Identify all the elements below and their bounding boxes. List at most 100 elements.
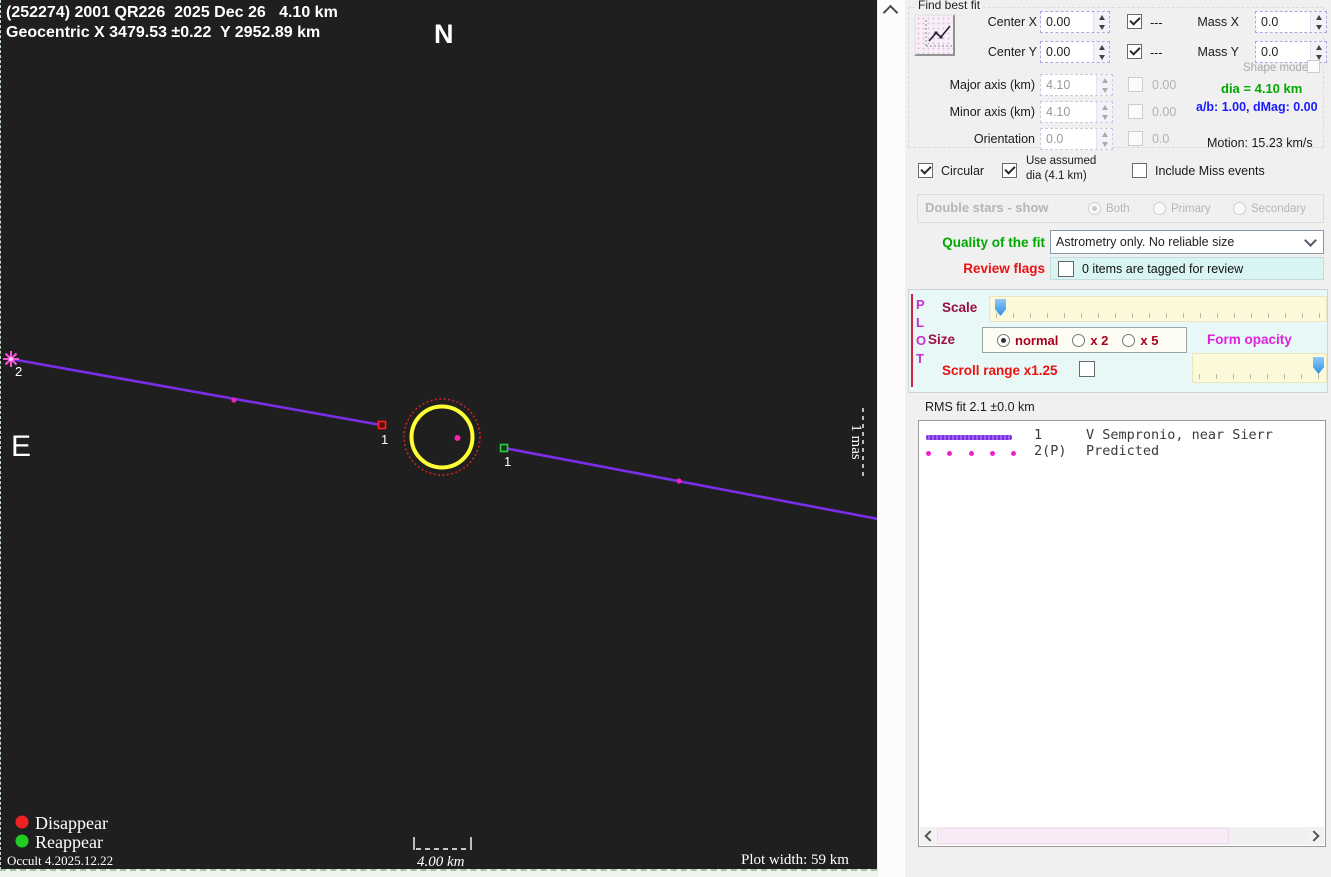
major-axis-spinner[interactable]: 4.10 [1040, 74, 1113, 96]
quality-of-fit-value: Astrometry only. No reliable size [1056, 235, 1234, 249]
shape-model-label: Shape model [1243, 62, 1311, 74]
north-label: N [434, 19, 454, 49]
spin-down-icon[interactable] [1097, 139, 1112, 149]
minor-axis-value[interactable]: 4.10 [1041, 102, 1096, 122]
form-opacity-slider-thumb[interactable] [1313, 357, 1324, 374]
fit-chart-icon [922, 17, 956, 51]
size-option-x2[interactable]: x 2 [1072, 333, 1108, 348]
orientation-spinner[interactable]: 0.0 [1040, 128, 1113, 150]
scroll-right-button[interactable] [1307, 827, 1324, 845]
scroll-range-checkbox[interactable] [1079, 361, 1095, 377]
reappear-legend-label: Reappear [35, 832, 103, 852]
quality-of-fit-label: Quality of the fit [915, 235, 1045, 250]
predicted-star-label: 2 [15, 364, 22, 379]
center-x-spinner[interactable]: 0.00 [1040, 11, 1110, 33]
mass-y-value[interactable]: 0.0 [1256, 42, 1310, 62]
scroll-left-icon [924, 830, 935, 841]
use-assumed-dia-checkbox[interactable] [1002, 163, 1017, 178]
size-normal-radio[interactable] [997, 334, 1010, 347]
circular-label: Circular [941, 164, 984, 178]
spin-up-icon[interactable] [1097, 129, 1112, 139]
minor-axis-fit-checkbox[interactable] [1128, 104, 1143, 119]
center-x-value[interactable]: 0.00 [1041, 12, 1093, 32]
scale-bar [414, 837, 471, 850]
run-best-fit-button[interactable] [914, 14, 955, 56]
plot-width-label: Plot width: 59 km [741, 852, 849, 868]
major-axis-value[interactable]: 4.10 [1041, 75, 1096, 95]
spin-up-icon[interactable] [1094, 42, 1109, 52]
center-x-label: Center X [975, 15, 1037, 29]
spin-up-icon[interactable] [1311, 42, 1326, 52]
reappear-marker[interactable] [501, 445, 508, 452]
minor-axis-spinner[interactable]: 4.10 [1040, 101, 1113, 123]
scrollbar-thumb[interactable] [937, 828, 1229, 844]
orientation-value[interactable]: 0.0 [1041, 129, 1096, 149]
occultation-plot[interactable]: 2 1 1 (252274) 2001 QR226 2025 Dec 26 4.… [0, 0, 877, 870]
chord-1-name: V Sempronio, near Sierr [1086, 427, 1273, 443]
plot-canvas: 2 1 1 (252274) 2001 QR226 2025 Dec 26 4.… [1, 0, 878, 869]
size-radio-group: normal x 2 x 5 [982, 327, 1187, 353]
review-flags-field: 0 items are tagged for review [1050, 257, 1324, 280]
asteroid-outline-circle[interactable] [412, 407, 473, 468]
size-option-normal[interactable]: normal [997, 333, 1058, 348]
plot-title-line2: Geocentric X 3479.53 ±0.22 Y 2952.89 km [6, 24, 320, 41]
spin-down-icon[interactable] [1094, 22, 1109, 32]
scroll-right-icon [1308, 830, 1319, 841]
size-x2-radio[interactable] [1072, 334, 1085, 347]
double-stars-both-radio[interactable] [1088, 202, 1101, 215]
disappear-marker[interactable] [379, 422, 386, 429]
spin-down-icon[interactable] [1094, 52, 1109, 62]
scroll-range-label: Scroll range x1.25 [942, 363, 1058, 378]
chord-2-swatch [926, 449, 1016, 457]
plot-letter: L [916, 315, 924, 330]
double-stars-primary-radio[interactable] [1153, 202, 1166, 215]
reappear-marker-label: 1 [504, 454, 511, 469]
mass-y-label: Mass Y [1193, 45, 1239, 59]
mass-x-value[interactable]: 0.0 [1256, 12, 1310, 32]
major-axis-fit-checkbox[interactable] [1128, 77, 1143, 92]
review-flags-checkbox[interactable] [1058, 261, 1074, 277]
size-option-x5[interactable]: x 5 [1122, 333, 1158, 348]
collapse-panel-icon[interactable] [883, 5, 899, 21]
size-x5-radio[interactable] [1122, 334, 1135, 347]
center-y-spinner[interactable]: 0.00 [1040, 41, 1110, 63]
minor-axis-label: Minor axis (km) [905, 105, 1035, 119]
mass-x-spinner[interactable]: 0.0 [1255, 11, 1327, 33]
spin-down-icon[interactable] [1097, 112, 1112, 122]
listbox-horizontal-scrollbar[interactable] [920, 827, 1324, 845]
scale-slider[interactable] [989, 296, 1327, 322]
scroll-left-button[interactable] [920, 827, 937, 845]
include-miss-events-checkbox[interactable] [1132, 163, 1147, 178]
plot-window-edge [0, 869, 877, 877]
circular-checkbox[interactable] [918, 163, 933, 178]
fit-center-x-checkbox[interactable] [1127, 14, 1142, 29]
occult-fit-window: 2 1 1 (252274) 2001 QR226 2025 Dec 26 4.… [0, 0, 1331, 877]
center-y-value[interactable]: 0.00 [1041, 42, 1093, 62]
shape-model-checkbox[interactable] [1307, 60, 1320, 73]
chord-listbox[interactable]: 1 V Sempronio, near Sierr 2(P) Predicted [918, 420, 1326, 847]
spin-up-icon[interactable] [1097, 75, 1112, 85]
include-miss-events-label: Include Miss events [1155, 164, 1265, 178]
form-opacity-slider[interactable] [1192, 353, 1327, 383]
plot-title-line1: (252274) 2001 QR226 2025 Dec 26 4.10 km [6, 4, 338, 21]
mas-scale-label: 1 mas [848, 424, 864, 460]
rms-fit-label: RMS fit 2.1 ±0.0 km [925, 400, 1035, 414]
size-normal-label: normal [1015, 333, 1058, 348]
spin-up-icon[interactable] [1094, 12, 1109, 22]
quality-of-fit-dropdown[interactable]: Astrometry only. No reliable size [1050, 230, 1324, 254]
dropdown-chevron-icon [1304, 234, 1317, 247]
spin-up-icon[interactable] [1097, 102, 1112, 112]
scale-label: Scale [942, 300, 977, 315]
scale-slider-thumb[interactable] [995, 299, 1006, 316]
chord-line-east [504, 448, 878, 519]
double-stars-secondary-label: Secondary [1251, 203, 1306, 215]
fit-center-y-checkbox[interactable] [1127, 44, 1142, 59]
spin-up-icon[interactable] [1311, 12, 1326, 22]
spin-down-icon[interactable] [1097, 85, 1112, 95]
orientation-fit-checkbox[interactable] [1128, 131, 1143, 146]
chord-1-swatch [926, 435, 1012, 440]
spin-down-icon[interactable] [1311, 22, 1326, 32]
plot-panel-accent [911, 294, 913, 387]
double-stars-title: Double stars - show [925, 200, 1049, 215]
double-stars-secondary-radio[interactable] [1233, 202, 1246, 215]
